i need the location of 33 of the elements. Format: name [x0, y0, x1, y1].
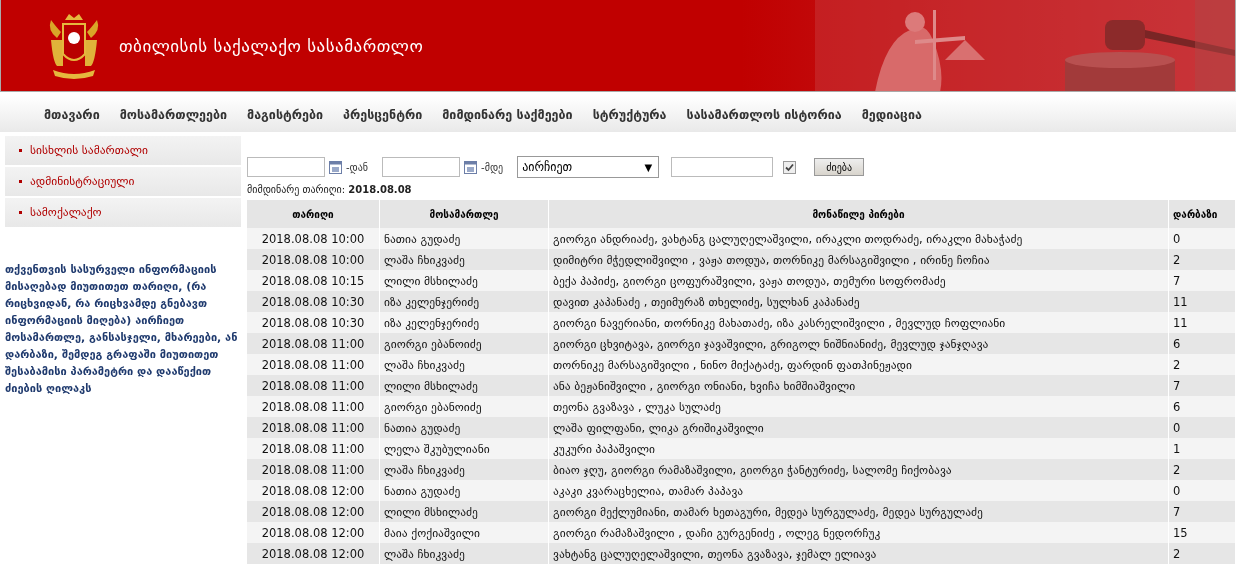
site-title: თბილისის საქალაქო სასამართლო: [119, 35, 424, 56]
column-header: თარიღი: [247, 200, 380, 228]
category-select[interactable]: აირჩიეთ ▼: [517, 156, 660, 178]
nav-link[interactable]: მედიაცია: [861, 106, 922, 122]
column-header: მონაწილე პირები: [548, 200, 1169, 228]
current-date: 2018.08.08: [348, 184, 412, 195]
date-to-field[interactable]: [382, 157, 461, 177]
table-cell: ვახტანგ ცალუღელაშვილი, თეონა გვაზავა, ჯემალ ელიავა: [548, 543, 1169, 564]
nav-link[interactable]: მაგისტრები: [247, 106, 324, 122]
nav-link[interactable]: მოსამართლეები: [119, 106, 228, 122]
table-cell: 2: [1168, 543, 1236, 564]
nav-link[interactable]: პრესცენტრი: [343, 106, 423, 122]
search-field[interactable]: [671, 157, 774, 177]
nav-link[interactable]: მთავარი: [44, 106, 100, 122]
search-button[interactable]: ძიება: [814, 158, 865, 176]
column-header: მოსამართლე: [379, 200, 549, 228]
nav-link[interactable]: სასამართლოს ისტორია: [686, 106, 842, 122]
nav-link[interactable]: მიმდინარე საქმეები: [442, 106, 573, 122]
from-label: -დან: [346, 161, 369, 173]
to-label: -მდე: [481, 161, 504, 173]
sidebar-item[interactable]: ადმინისტრაციული: [5, 167, 241, 198]
nav-link[interactable]: სტრუქტურა: [592, 106, 667, 122]
column-header: დარბაზი: [1168, 200, 1236, 228]
current-date-label: მიმდინარე თარიღი:: [247, 184, 346, 195]
calendar-icon[interactable]: [464, 160, 478, 174]
table-cell: 2018.08.08 12:00: [247, 543, 380, 564]
date-from-field[interactable]: [247, 157, 325, 177]
sidebar-item[interactable]: სამოქალაქო: [5, 198, 241, 229]
table-cell: ლაშა ჩხიკვაძე: [379, 543, 549, 564]
help-text: თქვენთვის სასურველი ინფორმაციის მისაღებად მიუთითეთ თარიღი, (რა რიცხვიდან, რა რიცხვამდე გნებავთ ინფორმაციის მიღება) აირჩიეთ მოსამართლე, განსასჯელი, მხარეები, ან დარბაზი, შემდეგ გრაფაში მიუთითეთ შესაბამისი პარამეტრი და დააწექით ძიების ღილაკს: [5, 262, 239, 397]
checkbox[interactable]: [783, 160, 797, 174]
calendar-icon[interactable]: [329, 160, 342, 174]
sidebar-item[interactable]: სისხლის სამართალი: [5, 136, 241, 167]
